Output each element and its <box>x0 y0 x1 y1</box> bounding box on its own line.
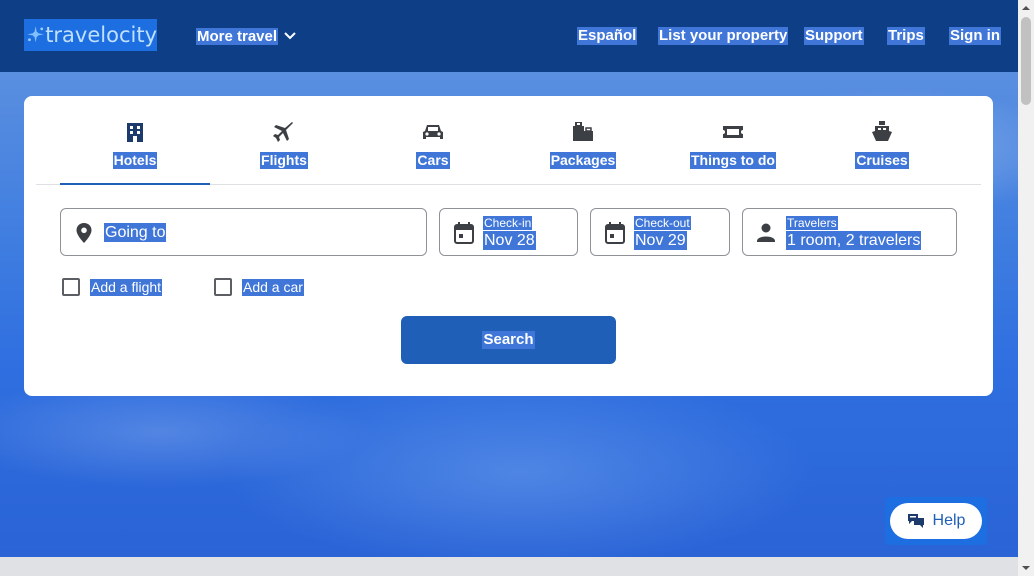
nav-link-list-property[interactable]: List your property <box>658 27 789 45</box>
tab-cruises[interactable]: Cruises <box>807 96 957 185</box>
tab-cars-label: Cars <box>416 152 450 169</box>
hotel-icon <box>125 121 145 143</box>
tab-things-to-do-label: Things to do <box>690 152 776 169</box>
airplane-icon <box>273 121 295 143</box>
nav-link-trips[interactable]: Trips <box>887 27 925 45</box>
travelers-label: Travelers <box>786 216 838 230</box>
logo-wordmark: travelocity <box>45 23 157 47</box>
help-label: Help <box>932 512 966 529</box>
top-header: travelocity More travel Español List you… <box>0 0 1018 72</box>
tab-packages-label: Packages <box>549 152 617 169</box>
add-car-checkbox[interactable]: Add a car <box>214 277 304 297</box>
destination-field[interactable]: Going to <box>60 208 427 256</box>
add-car-label: Add a car <box>242 278 304 296</box>
tab-hotels[interactable]: Hotels <box>60 96 210 185</box>
add-flight-label: Add a flight <box>90 278 163 296</box>
calendar-icon <box>605 222 625 244</box>
checkout-value: Nov 29 <box>634 231 687 250</box>
search-button-label: Search <box>482 331 535 349</box>
travelocity-logo[interactable]: travelocity <box>24 19 157 51</box>
scroll-down-arrow-icon[interactable] <box>1018 560 1034 576</box>
tab-cars[interactable]: Cars <box>358 96 508 185</box>
help-button[interactable]: Help <box>890 503 982 539</box>
scroll-up-arrow-icon[interactable] <box>1018 0 1034 16</box>
product-tabs: Hotels Flights Cars Packages Things to d… <box>36 96 981 185</box>
location-pin-icon <box>76 223 92 243</box>
checkout-field[interactable]: Check-out Nov 29 <box>590 208 730 256</box>
page-footer-strip <box>0 557 1018 576</box>
chevron-down-icon <box>284 32 296 40</box>
nav-link-espanol[interactable]: Español <box>577 27 638 45</box>
add-flight-box[interactable] <box>62 278 80 296</box>
add-car-box[interactable] <box>214 278 232 296</box>
car-icon <box>422 121 444 143</box>
checkin-value: Nov 28 <box>483 231 536 250</box>
person-icon <box>757 223 775 242</box>
logo-star-icon <box>27 26 44 43</box>
calendar-icon <box>454 222 474 244</box>
more-travel-menu[interactable]: More travel <box>196 27 296 45</box>
search-button[interactable]: Search <box>401 316 616 364</box>
tab-packages[interactable]: Packages <box>508 96 658 185</box>
tab-hotels-label: Hotels <box>112 152 158 169</box>
travelers-field[interactable]: Travelers 1 room, 2 travelers <box>742 208 957 256</box>
tab-flights-label: Flights <box>260 152 308 169</box>
nav-link-support[interactable]: Support <box>804 27 864 45</box>
more-travel-label: More travel <box>196 27 279 45</box>
cruise-ship-icon <box>872 121 892 143</box>
nav-link-sign-in[interactable]: Sign in <box>949 27 1001 45</box>
luggage-icon <box>572 121 594 143</box>
chat-bubble-icon <box>907 514 924 528</box>
travelers-value: 1 room, 2 travelers <box>786 231 922 250</box>
tab-cruises-label: Cruises <box>855 152 909 169</box>
checkin-label: Check-in <box>483 216 533 230</box>
destination-placeholder: Going to <box>104 223 167 242</box>
search-card: Hotels Flights Cars Packages Things to d… <box>24 96 993 396</box>
checkout-label: Check-out <box>634 216 691 230</box>
add-flight-checkbox[interactable]: Add a flight <box>62 277 163 297</box>
ticket-icon <box>722 121 744 143</box>
scrollbar-thumb[interactable] <box>1021 17 1031 105</box>
tab-flights[interactable]: Flights <box>209 96 359 185</box>
page-scrollbar[interactable] <box>1018 0 1034 576</box>
tab-things-to-do[interactable]: Things to do <box>658 96 808 185</box>
checkin-field[interactable]: Check-in Nov 28 <box>439 208 578 256</box>
help-button-frame: Help <box>885 497 987 545</box>
